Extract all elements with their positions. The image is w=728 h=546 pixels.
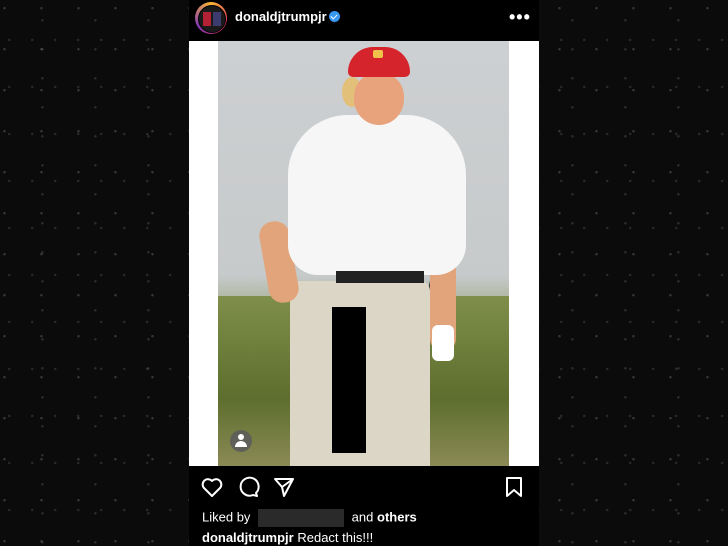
more-dots-icon[interactable]: ••• [509,7,531,28]
likes-line: Liked by and others [202,509,417,527]
share-icon[interactable] [272,475,298,501]
caption-author-link[interactable]: donaldjtrumpjr [202,530,294,545]
verified-badge-icon [329,11,340,22]
comment-icon[interactable] [236,475,262,501]
bookmark-icon[interactable] [502,475,528,501]
user-tag-icon[interactable] [230,430,252,452]
post-header: donaldjtrumpjr ••• [189,0,539,40]
liked-by-label: Liked by [202,509,251,525]
post-image-frame [189,41,539,466]
caption-text: Redact this!!! [297,530,374,545]
post-photo[interactable] [218,41,509,466]
redacted-names [258,509,345,527]
instagram-post: donaldjtrumpjr ••• Liked by and others d… [189,0,539,546]
avatar[interactable] [195,2,227,34]
likes-connector: and [351,509,374,525]
post-caption: donaldjtrumpjr Redact this!!! [202,530,373,545]
likes-others-link[interactable]: others [377,509,417,524]
username-link[interactable]: donaldjtrumpjr [235,9,327,24]
redaction-bar [332,307,366,453]
post-actions [189,475,539,501]
heart-icon[interactable] [200,475,226,501]
